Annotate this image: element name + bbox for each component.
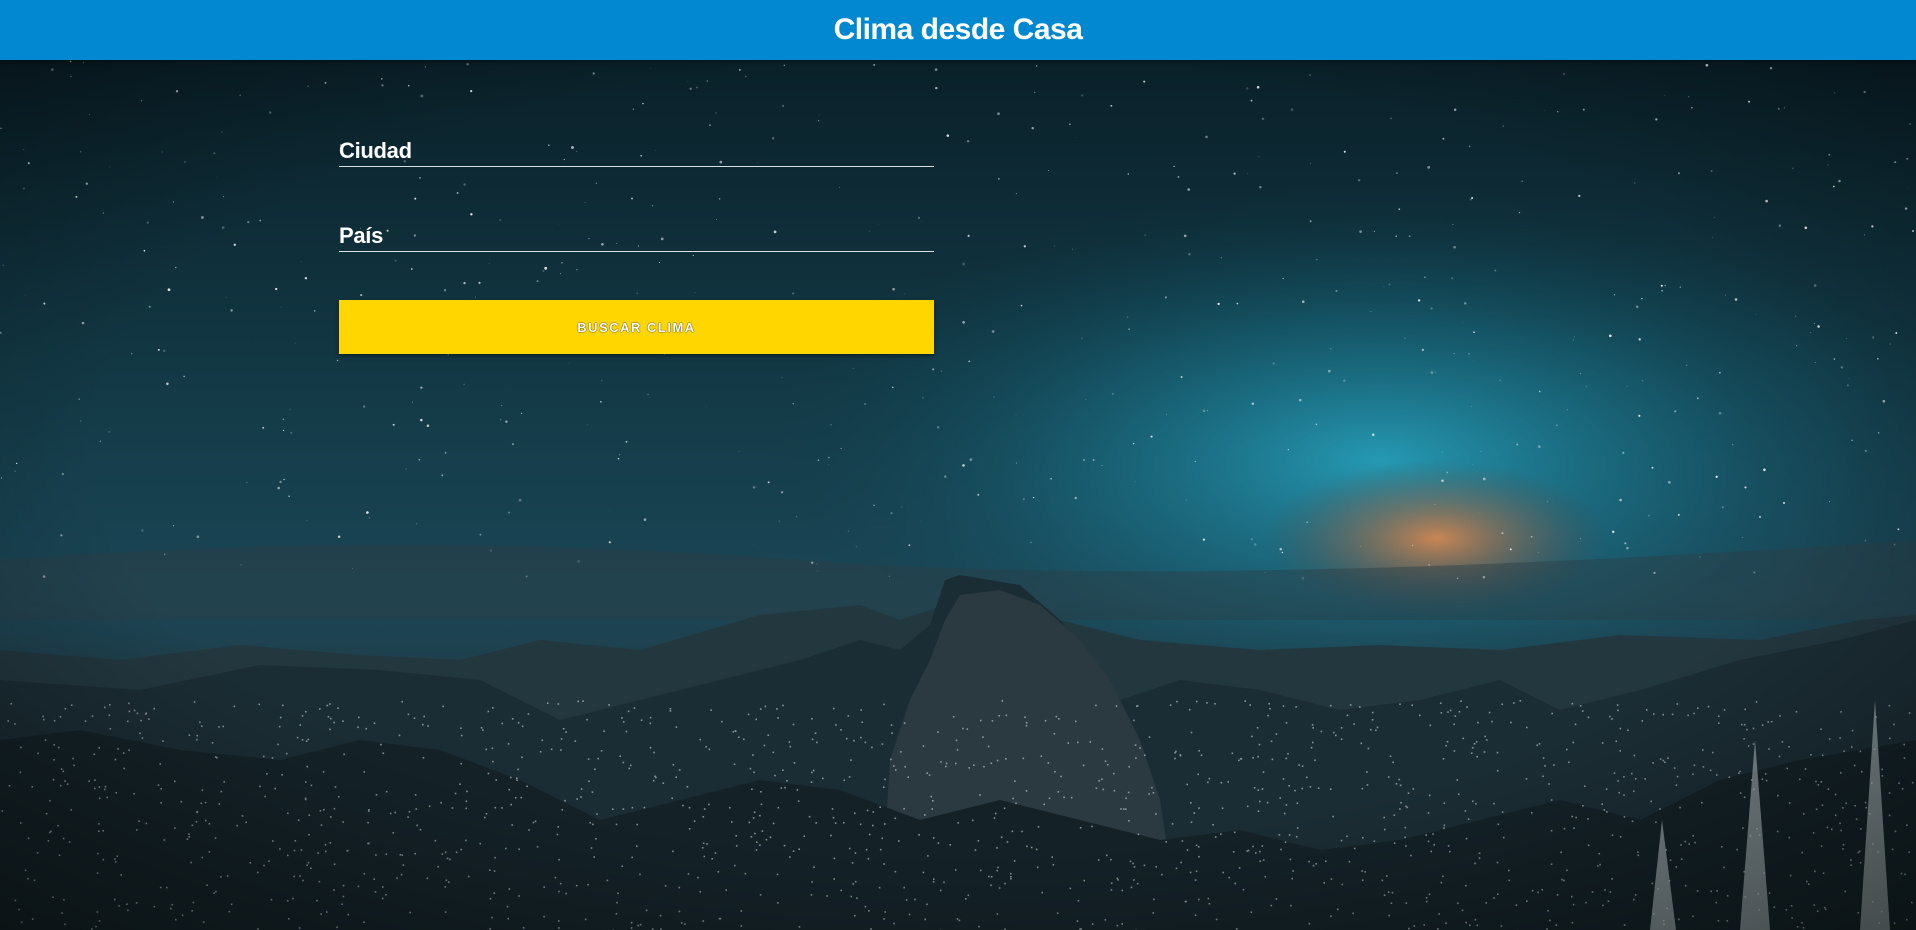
city-input[interactable] <box>339 134 938 166</box>
weather-search-form: Ciudad País Buscar Clima <box>339 130 938 354</box>
country-input[interactable] <box>339 219 938 251</box>
app-title: Clima desde Casa <box>833 13 1083 46</box>
app-header: Clima desde Casa <box>0 0 1916 60</box>
country-field: País <box>339 215 938 252</box>
search-weather-button[interactable]: Buscar Clima <box>339 300 934 354</box>
night-sky-background <box>0 60 1916 930</box>
city-field: Ciudad <box>339 130 938 167</box>
